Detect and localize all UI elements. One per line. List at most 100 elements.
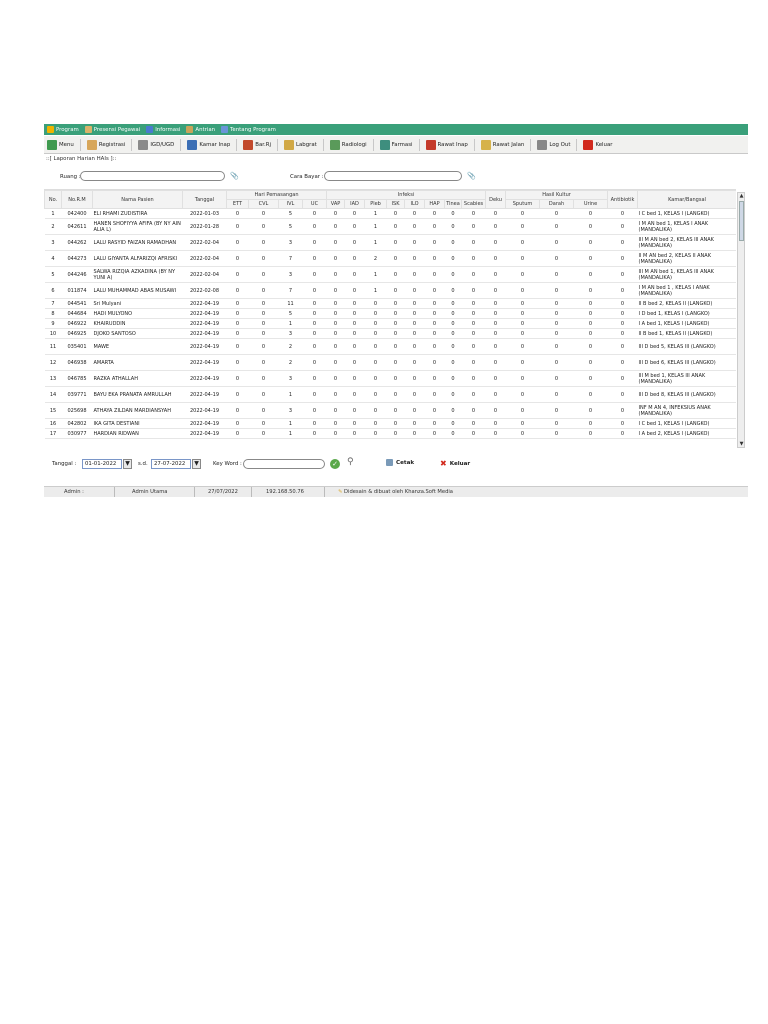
cell-norm: 025698 (61, 402, 93, 419)
cell-no: 15 (44, 402, 62, 419)
toolbar-button-1[interactable]: Registrasi (86, 139, 125, 150)
cell-value: 0 (226, 250, 249, 267)
toolbar-button-6[interactable]: Radiologi (329, 139, 367, 150)
th-isk[interactable]: ISK (386, 199, 406, 209)
toolbar-button-3[interactable]: Kamar Inap (187, 139, 230, 150)
cell-norm: 030977 (61, 428, 93, 439)
th-ilo[interactable]: ILO (404, 199, 426, 209)
table-row[interactable]: 10 046925 DJOKO SANTOSO 2022-04-19 0 0 3 0 0 0 0 0 0… (44, 328, 736, 339)
th-norm[interactable]: No.R.M (61, 190, 93, 209)
ruang-combo[interactable] (80, 171, 225, 181)
cell-value: 0 (573, 250, 608, 267)
cell-value: 0 (461, 386, 486, 403)
th-tinea[interactable]: Tinea (444, 199, 463, 209)
cell-value: 0 (386, 354, 405, 371)
toolbar-button-0[interactable]: Menu (47, 139, 74, 150)
toolbar-button-8[interactable]: Rawat Inap (425, 139, 468, 150)
table-row[interactable]: 4 044273 LALU GIYANTA ALFARIZQI AFRISKI 202… (44, 250, 736, 267)
cara-bayar-pick-icon[interactable]: 📎 (467, 172, 476, 180)
cetak-button[interactable]: Cetak (386, 459, 414, 466)
th-group-hari-pemasangan: Hari Pemasangan (225, 190, 328, 200)
table-row[interactable]: 14 039771 BAYU EKA PRANATA AMRULLAH 2022-04… (44, 386, 736, 403)
th-antibiotik[interactable]: Antibiotik (607, 190, 639, 209)
table-row[interactable]: 9 046922 KHAIRUDDIN 2022-04-19 0 0 1 0 0 0 0 0 0 0 0 0 0… (44, 318, 736, 329)
keluar-button[interactable]: ✖ Keluar (440, 459, 470, 468)
th-ivl[interactable]: IVL (278, 199, 303, 209)
table-row[interactable]: 13 046785 RAZKA ATHALLAH 2022-04-19 0 0 3 0 0 0 0 0… (44, 370, 736, 387)
table-row[interactable]: 8 044684 HADI MULYONO 2022-04-19 0 0 5 0 0 0 0 0 0 0 0… (44, 308, 736, 319)
cell-value: 0 (424, 338, 445, 355)
table-row[interactable]: 16 042802 IKA GITA DESTIANI 2022-04-19 0 0 1 0 0… (44, 418, 736, 429)
th-uc[interactable]: UC (301, 199, 328, 209)
cell-no: 7 (44, 298, 62, 309)
scroll-up-icon[interactable]: ▲ (739, 193, 744, 199)
scroll-thumb[interactable] (739, 201, 744, 241)
th-vap[interactable]: VAP (326, 199, 346, 209)
table-row[interactable]: 6 011874 LALU MUHAMMAD ABAS MUSAWI 2022-02-… (44, 282, 736, 299)
cell-value: 0 (364, 402, 387, 419)
cell-value: 0 (505, 208, 540, 219)
menubar-item-3[interactable]: Antrian (186, 126, 215, 133)
toolbar-button-7[interactable]: Farmasi (379, 139, 413, 150)
cell-tanggal: 2022-04-19 (182, 354, 227, 371)
menu-item-icon (47, 126, 54, 133)
menubar-item-4[interactable]: Tentang Program (221, 126, 276, 133)
cell-value: 0 (539, 218, 574, 235)
menubar-item-0[interactable]: Program (47, 126, 79, 133)
table-row[interactable]: 3 044262 LALU RASYID FAIZAN RAMADHAN 2022-0… (44, 234, 736, 251)
table-row[interactable]: 15 025698 ATHAYA ZILDAN MARDIANSYAH 2022-04… (44, 402, 736, 419)
th-ett[interactable]: ETT (226, 199, 249, 209)
toolbar-separator (322, 138, 324, 151)
search-icon[interactable]: ⚲ (347, 457, 354, 467)
table-vertical-scrollbar[interactable]: ▲ ▼ (737, 192, 745, 448)
cell-kamar: I M AN bed 1, KELAS I ANAK (MANDALIKA) (637, 218, 736, 235)
th-no[interactable]: No. (44, 190, 62, 209)
table-row[interactable]: 7 044541 Sri Mulyani 2022-04-19 0 0 11 0 0 0 0 0 0 0 0… (44, 298, 736, 309)
th-iad[interactable]: IAD (344, 199, 366, 209)
th-darah[interactable]: Darah (539, 199, 575, 209)
th-tanggal[interactable]: Tanggal (182, 190, 227, 209)
table-row[interactable]: 11 035401 MAWE 2022-04-19 0 0 2 0 0 0 0 0 0 0 0 0 0 0 0 0 0 I… (44, 338, 736, 355)
toolbar-button-10[interactable]: Log Out (537, 139, 570, 150)
th-hap[interactable]: HAP (424, 199, 446, 209)
scroll-down-icon[interactable]: ▼ (739, 441, 744, 447)
toolbar-separator (576, 138, 578, 151)
toolbar-button-4[interactable]: Bar.Rj (243, 139, 271, 150)
table-row[interactable]: 12 046938 AMARTA 2022-04-19 0 0 2 0 0 0 0 0 0 0 0 0 0 0 0 0… (44, 354, 736, 371)
table-row[interactable]: 1 042400 ELI RHAMI ZUDISTIRA 2022-01-03 0 0 5 0… (44, 208, 736, 219)
cell-nama: MAWE (92, 338, 183, 355)
table-row[interactable]: 5 044246 SALWA RIZQIA AZKADINA (BY NY YUNI… (44, 266, 736, 283)
th-nama[interactable]: Nama Pasien (92, 190, 183, 209)
toolbar-button-11[interactable]: Keluar (583, 139, 613, 150)
ruang-pick-icon[interactable]: 📎 (230, 172, 239, 180)
cell-value: 0 (573, 328, 608, 339)
table-row[interactable]: 2 042611 HANEN SHOFIYYA AFIFA (BY NY AIN A… (44, 218, 736, 235)
report-table-container[interactable]: No. No.R.M Nama Pasien Tanggal Hari Pema… (44, 189, 736, 449)
date-to-field[interactable]: 27-07-2022 (151, 459, 191, 469)
th-cvl[interactable]: CVL (248, 199, 279, 209)
menubar-item-2[interactable]: Informasi (146, 126, 180, 133)
cell-tanggal: 2022-04-19 (182, 318, 227, 329)
table-row[interactable]: 17 030977 HARDIAN RIDWAN 2022-04-19 0 0 1 0 0 0 0 0… (44, 428, 736, 439)
toolbar-button-5[interactable]: Labgrat (283, 139, 317, 150)
th-deku[interactable]: Deku (485, 190, 507, 209)
th-scabies[interactable]: Scabies (461, 199, 487, 209)
date-to-dropdown-icon[interactable]: ▼ (192, 459, 201, 469)
th-sputum[interactable]: Sputum (505, 199, 541, 209)
th-kamar[interactable]: Kamar/Bangsal (637, 190, 736, 209)
toolbar-button-2[interactable]: IGD/UGD (138, 139, 174, 150)
menubar-item-1[interactable]: Presensi Pegawai (84, 126, 140, 133)
th-pleb[interactable]: Pleb (364, 199, 388, 209)
keyword-input[interactable] (243, 459, 325, 469)
toolbar-button-9[interactable]: Rawat Jalan (480, 139, 524, 150)
check-icon[interactable]: ✓ (330, 459, 340, 469)
date-from-field[interactable]: 01-01-2022 (82, 459, 122, 469)
cell-value: 0 (386, 386, 405, 403)
cell-no: 11 (44, 338, 62, 355)
th-urine[interactable]: Urine (573, 199, 609, 209)
cara-bayar-combo[interactable] (324, 171, 462, 181)
cell-value: 0 (364, 418, 387, 429)
cell-value: 0 (424, 234, 445, 251)
cell-value: 0 (404, 282, 425, 299)
date-from-dropdown-icon[interactable]: ▼ (123, 459, 132, 469)
